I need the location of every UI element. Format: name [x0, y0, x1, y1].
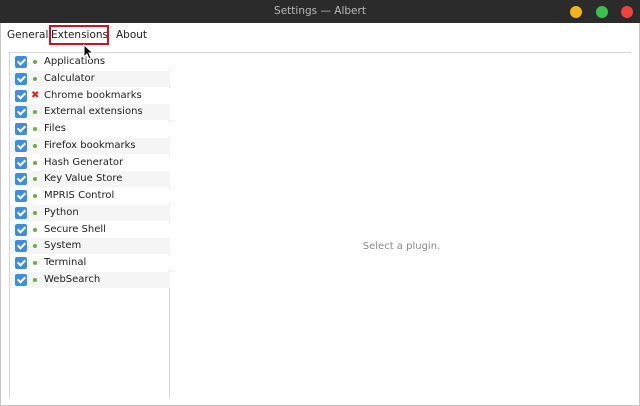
loaded-status-icon: [31, 121, 41, 137]
plugin-list[interactable]: Applications Calculator ✖ Chrome bookmarks E…: [10, 54, 170, 398]
select-plugin-placeholder: Select a plugin.: [362, 241, 441, 252]
tab-bar: General Extensions About: [1, 23, 639, 45]
loaded-status-icon: [31, 171, 41, 187]
plugin-row[interactable]: Calculator: [10, 70, 170, 87]
plugin-row[interactable]: Secure Shell: [10, 221, 170, 238]
plugin-row[interactable]: Key Value Store: [10, 171, 170, 188]
loaded-status-icon: [31, 205, 41, 221]
plugin-enabled-checkbox[interactable]: [15, 257, 27, 269]
plugin-enabled-checkbox[interactable]: [15, 123, 27, 135]
loaded-status-icon: [31, 222, 41, 238]
plugin-row[interactable]: ✖ Chrome bookmarks: [10, 87, 170, 104]
mouse-cursor-icon: [83, 44, 95, 60]
minimize-button[interactable]: [570, 6, 582, 18]
title-bar: Settings — Albert: [0, 0, 640, 23]
plugin-label: System: [44, 240, 82, 252]
plugin-enabled-checkbox[interactable]: [15, 206, 27, 219]
loaded-status-icon: [31, 54, 41, 70]
settings-window: General Extensions About Applications Cal…: [0, 23, 640, 406]
plugin-enabled-checkbox[interactable]: [15, 106, 27, 119]
plugin-label: External extensions: [44, 106, 143, 118]
plugin-enabled-checkbox[interactable]: [15, 56, 27, 68]
tab-extensions[interactable]: Extensions: [49, 25, 109, 45]
plugin-label: WebSearch: [44, 273, 101, 285]
plugin-row[interactable]: Hash Generator: [10, 154, 170, 171]
plugin-label: Files: [44, 123, 66, 134]
error-status-icon: ✖: [31, 89, 40, 101]
plugin-label: Python: [44, 206, 79, 218]
plugin-label: Firefox bookmarks: [44, 139, 136, 151]
plugin-label: Terminal: [44, 257, 87, 268]
loaded-status-icon: [31, 255, 41, 271]
plugin-enabled-checkbox[interactable]: [15, 190, 27, 202]
plugin-row[interactable]: Python: [10, 204, 170, 221]
extensions-panel: Applications Calculator ✖ Chrome bookmarks E…: [9, 52, 631, 398]
plugin-label: Chrome bookmarks: [44, 89, 142, 101]
tab-about[interactable]: About: [116, 25, 147, 45]
plugin-enabled-checkbox[interactable]: [15, 156, 27, 169]
window-title: Settings — Albert: [274, 5, 366, 17]
plugin-row[interactable]: Files: [10, 121, 170, 137]
plugin-label: Calculator: [44, 72, 95, 84]
plugin-detail-pane: Select a plugin.: [171, 53, 632, 399]
plugin-row[interactable]: Terminal: [10, 255, 170, 271]
plugin-row[interactable]: MPRIS Control: [10, 188, 170, 204]
loaded-status-icon: [31, 155, 41, 171]
plugin-row[interactable]: WebSearch: [10, 271, 170, 288]
loaded-status-icon: [31, 188, 41, 204]
loaded-status-icon: [31, 138, 41, 154]
plugin-enabled-checkbox[interactable]: [15, 89, 27, 102]
plugin-enabled-checkbox[interactable]: [15, 72, 27, 85]
loaded-status-icon: [31, 104, 41, 120]
plugin-enabled-checkbox[interactable]: [15, 139, 27, 152]
tab-general[interactable]: General: [7, 25, 48, 45]
plugin-label: MPRIS Control: [44, 190, 115, 201]
plugin-label: Secure Shell: [44, 223, 106, 235]
plugin-row[interactable]: Firefox bookmarks: [10, 137, 170, 154]
plugin-enabled-checkbox[interactable]: [15, 173, 27, 186]
plugin-label: Hash Generator: [44, 156, 124, 168]
loaded-status-icon: [31, 71, 41, 87]
plugin-enabled-checkbox[interactable]: [15, 240, 27, 253]
plugin-enabled-checkbox[interactable]: [15, 223, 27, 236]
loaded-status-icon: [31, 272, 41, 288]
plugin-label: Key Value Store: [44, 173, 123, 185]
plugin-enabled-checkbox[interactable]: [15, 273, 27, 286]
close-button[interactable]: [621, 6, 633, 18]
loaded-status-icon: [31, 238, 41, 254]
plugin-row[interactable]: System: [10, 238, 170, 255]
plugin-row[interactable]: External extensions: [10, 104, 170, 121]
maximize-button[interactable]: [596, 6, 608, 18]
plugin-label: Applications: [44, 56, 106, 67]
